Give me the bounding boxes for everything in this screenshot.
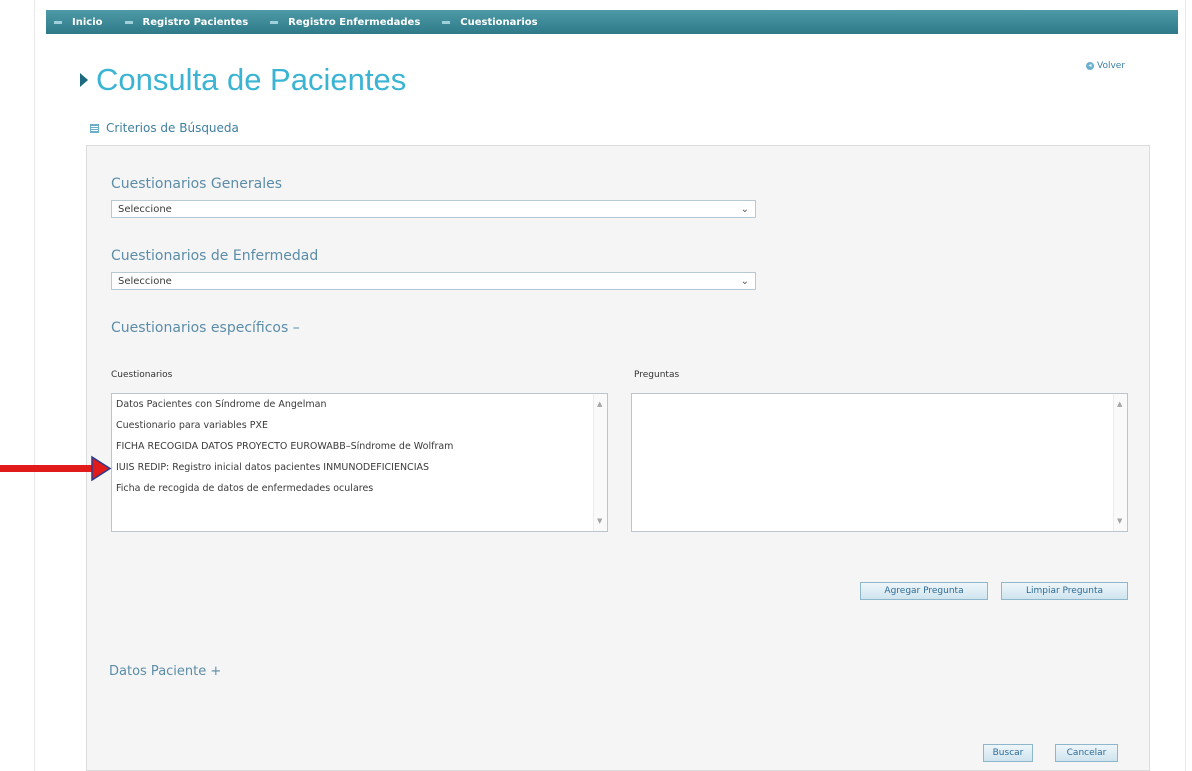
nav-item-cuestionarios[interactable]: Cuestionarios: [442, 16, 538, 28]
questions-list-label: Preguntas: [634, 370, 680, 380]
criteria-heading-label: Criterios de Búsqueda: [106, 121, 239, 135]
list-item[interactable]: Ficha de recogida de datos de enfermedad…: [112, 478, 607, 499]
specific-questionnaires-toggle[interactable]: Cuestionarios específicos –: [111, 320, 300, 336]
page-title-text: Consulta de Pacientes: [96, 62, 407, 97]
list-item[interactable]: Cuestionario para variables PXE: [112, 415, 607, 436]
nav-bullet-icon: [442, 20, 451, 24]
nav-item-label: Inicio: [72, 16, 103, 28]
nav-item-registro-pacientes[interactable]: Registro Pacientes: [124, 16, 249, 28]
general-questionnaires-selected: Seleccione: [118, 203, 172, 215]
criteria-heading[interactable]: Criterios de Búsqueda: [90, 121, 239, 135]
back-link-label: Volver: [1097, 61, 1126, 71]
list-item[interactable]: IUIS REDIP: Registro inicial datos pacie…: [112, 457, 607, 478]
patient-data-toggle[interactable]: Datos Paciente +: [109, 664, 221, 679]
collapse-icon: [90, 123, 99, 133]
scroll-up-icon[interactable]: ▲: [1117, 400, 1122, 408]
scroll-down-icon[interactable]: ▼: [1117, 517, 1122, 525]
questionnaires-list-label: Cuestionarios: [111, 370, 173, 380]
disease-questionnaires-select[interactable]: Seleccione ⌄: [111, 272, 756, 290]
nav-bullet-icon: [270, 20, 279, 24]
general-questionnaires-select[interactable]: Seleccione ⌄: [111, 200, 756, 218]
back-arrow-icon: ◂: [1086, 62, 1094, 70]
page: Inicio Registro Pacientes Registro Enfer…: [0, 0, 1192, 771]
list-item[interactable]: FICHA RECOGIDA DATOS PROYECTO EUROWABB–S…: [112, 436, 607, 457]
red-arrow-annotation: [0, 455, 112, 481]
scroll-down-icon[interactable]: ▼: [597, 517, 602, 525]
questionnaires-listbox[interactable]: Datos Pacientes con Síndrome de Angelman…: [111, 393, 608, 532]
add-question-button[interactable]: Agregar Pregunta: [860, 582, 988, 600]
cancel-button[interactable]: Cancelar: [1055, 744, 1118, 762]
nav-bullet-icon: [124, 20, 133, 24]
page-title: Consulta de Pacientes: [80, 62, 406, 98]
title-arrow-icon: [80, 73, 88, 87]
chevron-down-icon: ⌄: [740, 275, 749, 287]
scrollbar[interactable]: ▲ ▼: [593, 394, 607, 531]
nav-item-label: Registro Enfermedades: [288, 16, 421, 28]
search-criteria-panel: Cuestionarios Generales Seleccione ⌄ Cue…: [86, 145, 1150, 771]
scroll-up-icon[interactable]: ▲: [597, 400, 602, 408]
questions-listbox[interactable]: ▲ ▼: [631, 393, 1128, 532]
back-link[interactable]: ◂ Volver: [1086, 61, 1125, 71]
clear-question-button[interactable]: Limpiar Pregunta: [1001, 582, 1128, 600]
disease-questionnaires-selected: Seleccione: [118, 275, 172, 287]
nav-item-inicio[interactable]: Inicio: [54, 17, 103, 28]
search-button[interactable]: Buscar: [983, 744, 1033, 762]
nav-bullet-icon: [54, 20, 62, 24]
chevron-down-icon: ⌄: [740, 203, 749, 215]
scrollbar[interactable]: ▲ ▼: [1113, 394, 1127, 531]
general-questionnaires-label: Cuestionarios Generales: [111, 176, 282, 192]
top-navigation: Inicio Registro Pacientes Registro Enfer…: [46, 10, 1178, 34]
nav-item-registro-enfermedades[interactable]: Registro Enfermedades: [270, 17, 420, 28]
list-item[interactable]: Datos Pacientes con Síndrome de Angelman: [112, 394, 607, 415]
disease-questionnaires-label: Cuestionarios de Enfermedad: [111, 248, 319, 264]
nav-item-label: Registro Pacientes: [142, 16, 249, 28]
nav-item-label: Cuestionarios: [460, 16, 538, 28]
